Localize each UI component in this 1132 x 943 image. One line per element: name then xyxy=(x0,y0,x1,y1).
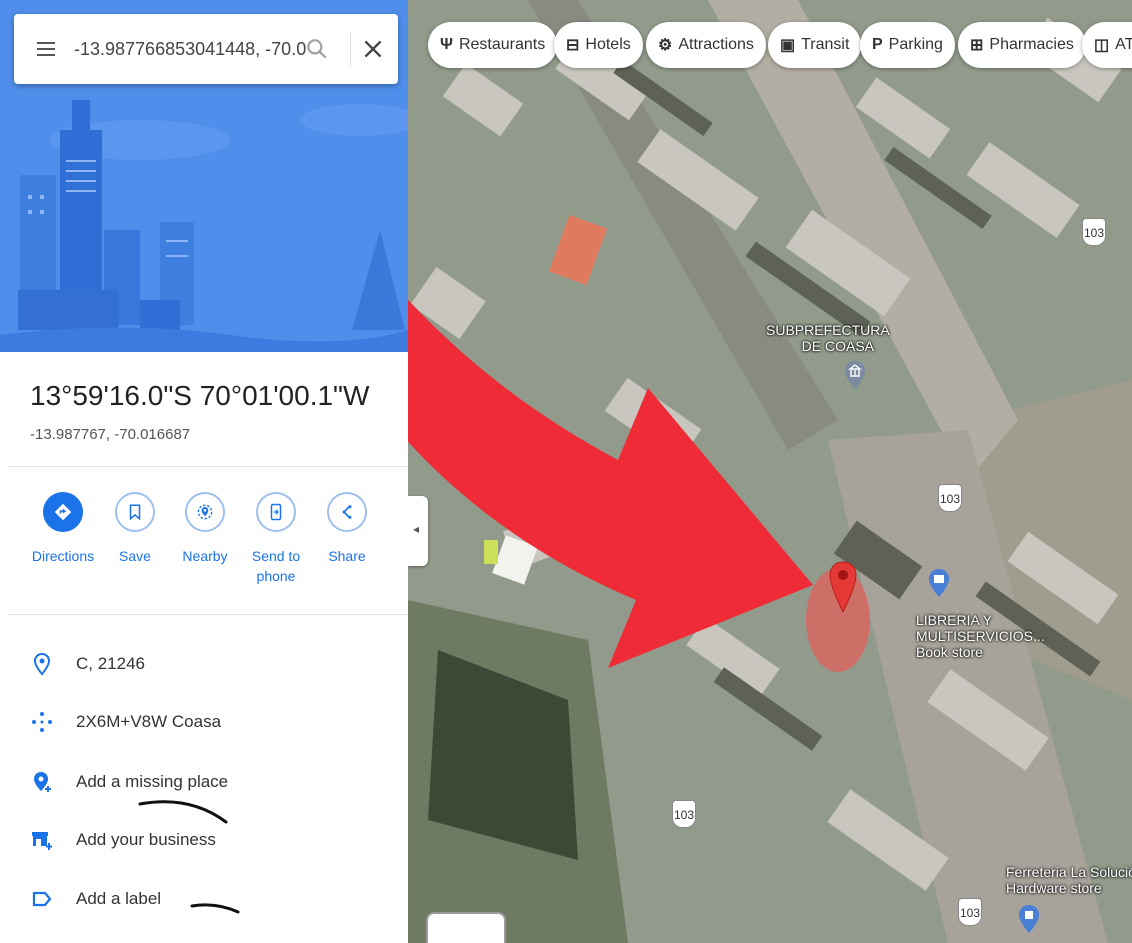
attraction-icon: ⚙ xyxy=(658,37,673,54)
poi-ferreteria-line1: Ferreteria La Solución xyxy=(1006,864,1132,880)
handwritten-annotations xyxy=(138,800,240,914)
route-shield: 103 xyxy=(672,800,696,828)
parking-icon: P xyxy=(872,36,883,53)
pharmacy-icon: ⊞ xyxy=(970,37,984,54)
poi-subprefectura-line1: SUBPREFECTURA xyxy=(766,322,890,338)
route-shield: 103 xyxy=(938,484,962,512)
government-building-pin-icon[interactable] xyxy=(844,360,866,390)
chip-attractions-label: Attractions xyxy=(678,36,754,53)
chip-atms-label: ATMs xyxy=(1115,36,1132,53)
chip-parking[interactable]: P Parking xyxy=(860,22,955,68)
hardware-store-pin-icon[interactable] xyxy=(1018,904,1040,934)
bus-icon: ▣ xyxy=(780,37,796,54)
chip-pharmacies[interactable]: ⊞ Pharmacies xyxy=(958,22,1086,68)
chip-parking-label: Parking xyxy=(888,36,943,53)
poi-ferreteria[interactable]: Ferreteria La Solución Hardware store xyxy=(1006,864,1132,896)
chip-transit[interactable]: ▣ Transit xyxy=(768,22,862,68)
atm-icon: ◫ xyxy=(1094,37,1110,54)
poi-libreria-line2: MULTISERVICIOS... xyxy=(916,628,1045,644)
chip-hotels-label: Hotels xyxy=(585,36,631,53)
poi-subprefectura-line2: DE COASA xyxy=(801,338,875,354)
chip-attractions[interactable]: ⚙ Attractions xyxy=(646,22,766,68)
route-shield: 103 xyxy=(1082,218,1106,246)
poi-subprefectura[interactable]: SUBPREFECTURA DE COASA xyxy=(766,322,890,354)
bookstore-pin-icon[interactable] xyxy=(928,568,950,598)
chip-atms[interactable]: ◫ ATMs xyxy=(1082,22,1132,68)
place-panel: 13°59'16.0"S 70°01'00.1"W -13.987767, -7… xyxy=(0,0,408,943)
chip-restaurants-label: Restaurants xyxy=(458,36,546,53)
collapse-panel-button[interactable]: ◂ xyxy=(408,496,428,566)
satellite-map[interactable]: Ψ Restaurants ⊟ Hotels ⚙ Attractions ▣ T… xyxy=(408,0,1132,943)
poi-ferreteria-type: Hardware store xyxy=(1006,880,1102,896)
dropped-pin-icon[interactable] xyxy=(828,560,858,614)
layers-thumbnail[interactable] xyxy=(426,912,506,943)
chip-hotels[interactable]: ⊟ Hotels xyxy=(554,22,643,68)
poi-libreria-line1: LIBRERIA Y xyxy=(916,612,993,628)
poi-libreria-type: Book store xyxy=(916,644,983,660)
chip-pharmacies-label: Pharmacies xyxy=(989,36,1074,53)
chip-transit-label: Transit xyxy=(801,36,850,53)
bed-icon: ⊟ xyxy=(566,37,580,54)
chip-restaurants[interactable]: Ψ Restaurants xyxy=(428,22,558,68)
route-shield: 103 xyxy=(958,898,982,926)
poi-libreria[interactable]: LIBRERIA Y MULTISERVICIOS... Book store xyxy=(916,612,1045,660)
fork-knife-icon: Ψ xyxy=(440,36,453,53)
satellite-imagery xyxy=(408,0,1132,943)
chevron-left-icon: ◂ xyxy=(413,522,420,536)
